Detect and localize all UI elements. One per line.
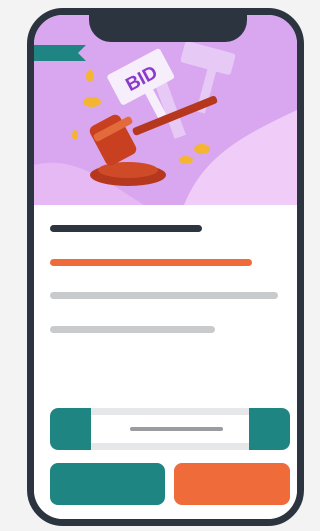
bid-amount-field[interactable] — [91, 415, 249, 443]
coin-icon — [179, 156, 193, 164]
item-description-placeholder — [50, 326, 215, 333]
coin-icon — [83, 97, 101, 107]
listing-details — [34, 205, 297, 519]
place-bid-button[interactable] — [50, 463, 165, 505]
phone-notch — [89, 15, 247, 42]
coin-icon — [194, 144, 210, 154]
decrease-bid-button[interactable] — [50, 408, 91, 450]
hero-wave-shape — [184, 110, 297, 205]
item-description-placeholder — [50, 292, 278, 299]
buy-now-button[interactable] — [174, 463, 290, 505]
bookmark-flag-icon — [34, 45, 86, 61]
auction-illustration: BID — [34, 41, 297, 205]
phone-frame: BID — [27, 8, 304, 526]
coin-icon — [72, 130, 78, 140]
coin-icon — [86, 70, 94, 82]
bid-amount-placeholder — [130, 427, 223, 431]
item-title-placeholder — [50, 225, 202, 232]
bid-amount-stepper[interactable] — [50, 408, 290, 450]
item-price-placeholder — [50, 259, 252, 266]
gavel-base-top — [98, 162, 158, 178]
hero-illustration: BID — [34, 15, 297, 205]
increase-bid-button[interactable] — [249, 408, 290, 450]
